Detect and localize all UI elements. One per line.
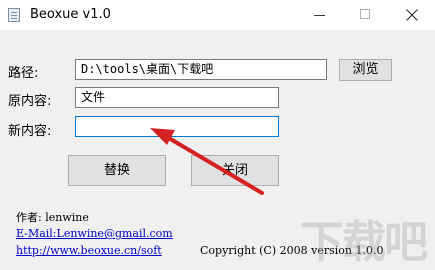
red-arrow-annotation [150, 128, 264, 195]
app-window: Beoxue v1.0 路径: D:\tools\桌面\下载吧 浏览 原内容: … [0, 0, 435, 268]
